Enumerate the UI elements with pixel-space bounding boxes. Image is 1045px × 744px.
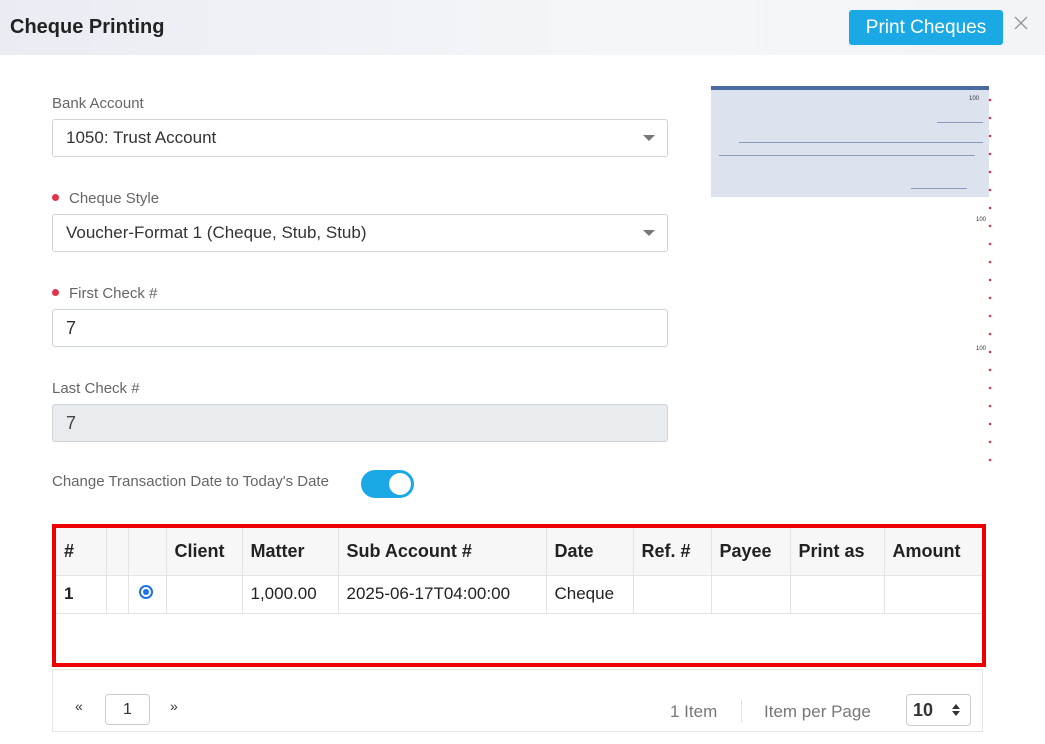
col-header-date[interactable]: Date xyxy=(546,528,634,576)
chevron-down-icon xyxy=(643,135,655,141)
cheque-style-label: Cheque Style xyxy=(52,190,159,207)
first-check-label-text: First Check # xyxy=(69,285,158,302)
col-header-number[interactable]: # xyxy=(56,528,107,576)
cheque-preview: 100 100 100 xyxy=(708,83,994,470)
cell-matter: 1,000.00 xyxy=(242,575,339,614)
page-number-input[interactable]: 1 xyxy=(105,694,150,725)
cell-client xyxy=(166,575,243,614)
cell-print-as xyxy=(790,575,885,614)
transactions-grid: # Client Matter Sub Account # Date Ref. … xyxy=(52,524,986,667)
required-icon xyxy=(52,288,59,296)
cheque-style-select[interactable]: Voucher-Format 1 (Cheque, Stub, Stub) xyxy=(52,214,668,252)
last-check-input: 7 xyxy=(52,404,668,442)
stub2-number: 100 xyxy=(975,346,986,352)
col-header-client[interactable]: Client xyxy=(166,528,243,576)
chevron-down-icon xyxy=(643,230,655,236)
next-page-button[interactable]: » xyxy=(170,698,178,714)
col-header-amount[interactable]: Amount xyxy=(884,528,982,576)
dialog-header: Cheque Printing Print Cheques xyxy=(0,0,1045,55)
items-per-page-value: 10 xyxy=(913,700,934,720)
col-header-blank xyxy=(106,528,129,576)
toggle-knob xyxy=(389,473,411,495)
preview-line xyxy=(935,142,983,143)
item-count: 1 Item xyxy=(670,702,718,721)
last-check-label: Last Check # xyxy=(52,380,140,397)
divider xyxy=(741,700,742,722)
row-select-radio[interactable] xyxy=(138,585,153,599)
first-check-input[interactable]: 7 xyxy=(52,309,668,347)
items-per-page-label: Item per Page xyxy=(764,702,871,721)
cheque-style-label-text: Cheque Style xyxy=(69,190,160,207)
pagination-bar: « 1 » 1 Item Item per Page 10 xyxy=(52,669,983,732)
cell-amount xyxy=(884,575,982,614)
preview-line xyxy=(911,188,967,189)
cell-payee xyxy=(711,575,791,614)
col-header-ref[interactable]: Ref. # xyxy=(633,528,712,576)
print-cheques-button[interactable]: Print Cheques xyxy=(849,10,1003,45)
dialog-title: Cheque Printing xyxy=(10,16,165,38)
close-icon[interactable] xyxy=(1013,15,1029,31)
prev-page-button[interactable]: « xyxy=(75,698,83,714)
last-check-value: 7 xyxy=(66,413,77,433)
first-check-value: 7 xyxy=(66,318,77,338)
cell-ref xyxy=(633,575,712,614)
col-header-payee[interactable]: Payee xyxy=(711,528,791,576)
cell-sub-account: 2025-06-17T04:00:00 xyxy=(338,575,547,614)
required-icon xyxy=(52,193,59,201)
bank-account-value: 1050: Trust Account xyxy=(66,128,217,147)
preview-line xyxy=(719,155,975,156)
cell-blank xyxy=(106,575,129,614)
items-per-page-select[interactable]: 10 xyxy=(906,694,971,726)
cell-number: 1 xyxy=(56,575,107,614)
col-header-select xyxy=(128,528,167,576)
cell-date: Cheque xyxy=(546,575,634,614)
col-header-matter[interactable]: Matter xyxy=(242,528,339,576)
col-header-print-as[interactable]: Print as xyxy=(790,528,885,576)
change-date-toggle[interactable] xyxy=(361,470,414,498)
preview-line xyxy=(739,142,935,143)
table-header-row: # Client Matter Sub Account # Date Ref. … xyxy=(56,528,982,576)
first-check-label: First Check # xyxy=(52,285,157,302)
col-header-sub-account[interactable]: Sub Account # xyxy=(338,528,547,576)
transactions-table: # Client Matter Sub Account # Date Ref. … xyxy=(56,528,982,614)
table-row[interactable]: 1 1,000.00 2025-06-17T04:00:00 Cheque xyxy=(56,575,982,614)
preview-line xyxy=(937,122,983,123)
bank-account-select[interactable]: 1050: Trust Account xyxy=(52,119,668,157)
cheque-preview-image: 100 xyxy=(711,86,989,197)
stub1-number: 100 xyxy=(975,217,986,223)
change-date-label: Change Transaction Date to Today's Date xyxy=(52,473,329,490)
cheque-style-value: Voucher-Format 1 (Cheque, Stub, Stub) xyxy=(66,223,367,242)
bank-account-label: Bank Account xyxy=(52,95,144,112)
cell-select[interactable] xyxy=(128,575,167,614)
spinner-arrows-icon xyxy=(952,704,960,716)
cheque-number: 100 xyxy=(968,96,979,102)
perforation xyxy=(988,91,992,469)
